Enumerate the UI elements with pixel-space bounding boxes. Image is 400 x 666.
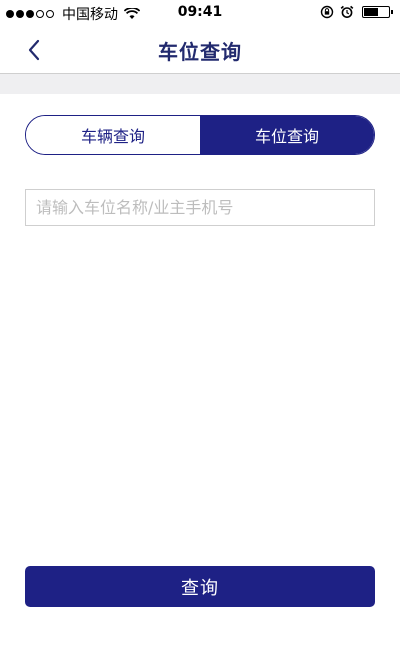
battery-fill: [364, 8, 378, 16]
nav-bar: 车位查询: [0, 26, 400, 74]
screen: 中国移动 09:41 车位查询 车辆查询 车位查询 请输入车位名称/业主手机号 …: [0, 0, 400, 666]
section-divider: [0, 74, 400, 94]
status-bar: 中国移动 09:41: [0, 0, 400, 26]
status-right: [314, 5, 393, 19]
query-button[interactable]: 查询: [25, 566, 375, 607]
rotation-lock-icon: [320, 5, 334, 19]
page-title: 车位查询: [158, 40, 242, 64]
segmented-control: 车辆查询 车位查询: [25, 115, 375, 155]
tab-vehicle-query[interactable]: 车辆查询: [26, 116, 200, 154]
battery-icon: [362, 6, 393, 18]
alarm-icon: [340, 5, 354, 18]
tab-parking-query[interactable]: 车位查询: [200, 116, 374, 154]
search-input[interactable]: [25, 189, 375, 226]
